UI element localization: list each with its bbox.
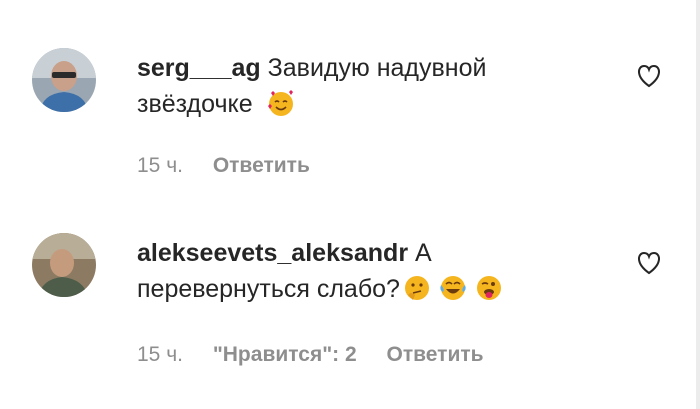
heart-outline-icon[interactable] [636,251,662,275]
comment-text: Завидую надувной [267,54,487,82]
winking-face-with-tongue-icon [476,276,501,301]
comment-item: alekseevets_aleksandr А перевернуться сл… [0,205,700,409]
comment-timestamp[interactable]: 15 ч. [137,154,183,177]
likes-count[interactable]: "Нравится": 2 [213,343,357,366]
reply-button[interactable]: Ответить [387,343,484,366]
comment-username[interactable]: alekseevets_aleksandr [137,239,408,267]
comment-text: А [415,239,432,267]
comment-meta: 15 ч. "Нравится": 2 Ответить [137,343,508,367]
comment-username[interactable]: serg___ag [137,54,261,82]
heart-outline-icon[interactable] [636,64,662,88]
face-with-tears-of-joy-icon [440,276,466,301]
smiling-face-with-hearts-icon [267,90,293,117]
comment-body: serg___ag Завидую надувной звёздочке [137,50,577,122]
comment-text: перевернуться слабо? [137,275,400,303]
reply-button[interactable]: Ответить [213,154,310,177]
thinking-face-icon [404,276,429,301]
avatar[interactable] [32,233,96,297]
avatar[interactable] [32,48,96,112]
comment-meta: 15 ч. Ответить [137,154,334,178]
comment-body: alekseevets_aleksandr А перевернуться сл… [137,235,577,307]
comment-item: serg___ag Завидую надувной звёздочке 15 … [0,0,700,205]
comment-text: звёздочке [137,90,253,118]
comment-timestamp[interactable]: 15 ч. [137,343,183,366]
